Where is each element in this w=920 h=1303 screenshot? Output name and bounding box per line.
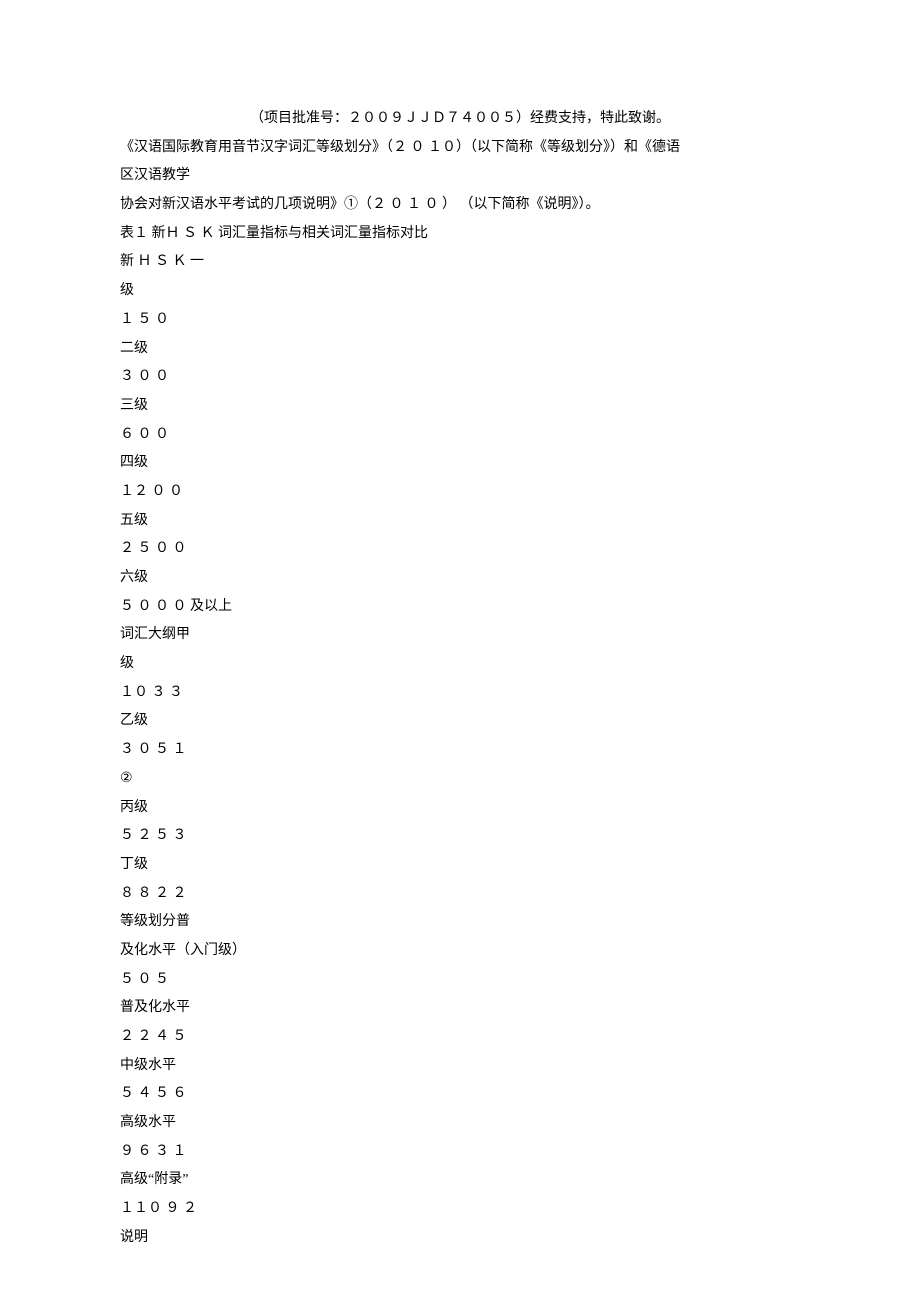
body-line: 中级水平 <box>120 1052 800 1081</box>
body-line: 丁级 <box>120 851 800 880</box>
body-line: 协会对新汉语水平考试的几项说明》①（２ ０ １ ０ ） （以下简称《说明》）。 <box>120 191 800 220</box>
body-line: 普及化水平 <box>120 994 800 1023</box>
body-line: 高级“附录” <box>120 1166 800 1195</box>
body-line: ② <box>120 765 800 794</box>
body-line: 丙级 <box>120 794 800 823</box>
body-line: ３ ０ ０ <box>120 363 800 392</box>
body-line: 乙级 <box>120 707 800 736</box>
body-line: 新 Ｈ Ｓ Ｋ 一 <box>120 248 800 277</box>
body-line: 四级 <box>120 449 800 478</box>
header-text: （项目批准号：２００９ＪＪＤ７４００５）经费支持，特此致谢。 <box>120 105 800 134</box>
body-line: 表１ 新Ｈ Ｓ Ｋ 词汇量指标与相关词汇量指标对比 <box>120 220 800 249</box>
body-line: １２ ０ ０ <box>120 478 800 507</box>
header-acknowledgement: （项目批准号：２００９ＪＪＤ７４００５）经费支持，特此致谢。 <box>120 105 800 134</box>
body-line: 说明 <box>120 1224 800 1253</box>
body-line: 二级 <box>120 335 800 364</box>
body-line: 词汇大纲甲 <box>120 621 800 650</box>
body-line: ５ ０ ５ <box>120 966 800 995</box>
body-line: 高级水平 <box>120 1109 800 1138</box>
body-block: 《汉语国际教育用音节汉字词汇等级划分》（２ ０ １０）（以下简称《等级划分》）和… <box>120 134 800 1253</box>
body-line: ５ ４ ５ ６ <box>120 1080 800 1109</box>
body-line: １１０ ９ ２ <box>120 1195 800 1224</box>
body-line: 等级划分普 <box>120 908 800 937</box>
body-line: ３ ０ ５ １ <box>120 736 800 765</box>
body-line: 级 <box>120 277 800 306</box>
body-line: ５ ２ ５ ３ <box>120 822 800 851</box>
body-line: ８ ８ ２ ２ <box>120 880 800 909</box>
body-line: 区汉语教学 <box>120 162 800 191</box>
body-line: ６ ０ ０ <box>120 421 800 450</box>
body-line: 《汉语国际教育用音节汉字词汇等级划分》（２ ０ １０）（以下简称《等级划分》）和… <box>120 134 800 163</box>
body-line: 及化水平（入门级） <box>120 937 800 966</box>
body-line: ９ ６ ３ １ <box>120 1138 800 1167</box>
body-line: ２ ５ ０ ０ <box>120 535 800 564</box>
body-line: 级 <box>120 650 800 679</box>
body-line: 六级 <box>120 564 800 593</box>
body-line: ５ ０ ０ ０ 及以上 <box>120 593 800 622</box>
body-line: １ ５ ０ <box>120 306 800 335</box>
body-line: 五级 <box>120 507 800 536</box>
body-line: １０ ３ ３ <box>120 679 800 708</box>
body-line: 三级 <box>120 392 800 421</box>
body-line: ２ ２ ４ ５ <box>120 1023 800 1052</box>
